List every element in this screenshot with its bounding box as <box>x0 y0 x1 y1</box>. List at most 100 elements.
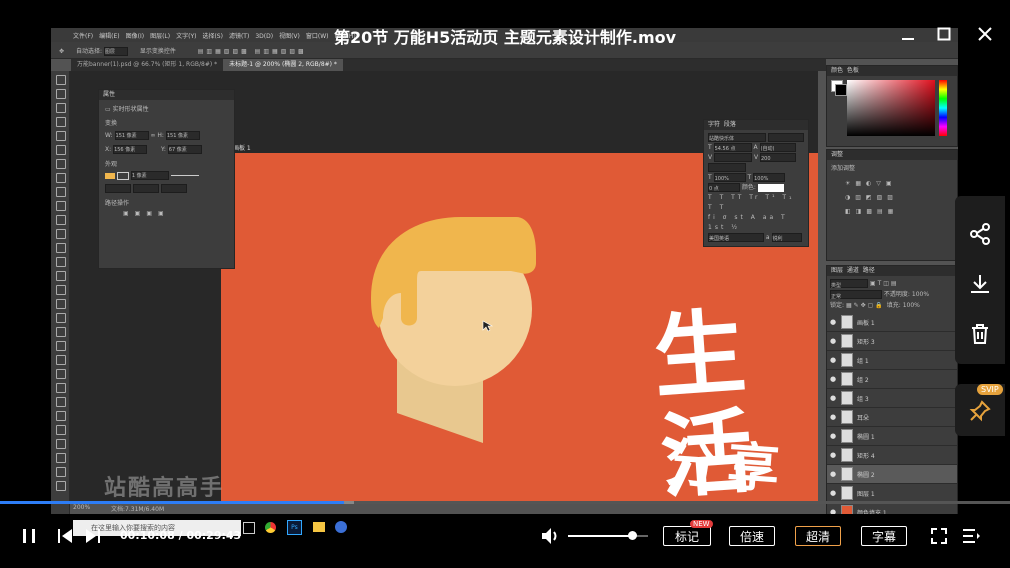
ps-tool-icon[interactable] <box>56 327 66 337</box>
folder-icon[interactable] <box>313 522 325 532</box>
ps-tool-icon[interactable] <box>56 173 66 183</box>
align-icons[interactable]: ▤▥▦▧▨▩ ▤▥▦▧▨▩ <box>198 48 307 55</box>
volume-knob[interactable] <box>628 531 637 540</box>
tab-paragraph[interactable]: 段落 <box>724 121 736 128</box>
tab-swatches[interactable]: 色板 <box>847 67 859 74</box>
trash-icon[interactable] <box>955 309 1005 359</box>
stroke-width-field[interactable]: 1 像素 <box>130 171 169 180</box>
hscale-field[interactable]: 100% <box>753 173 786 182</box>
ps-tool-icon[interactable] <box>56 383 66 393</box>
font-size-field[interactable]: 54.56 点 <box>713 143 752 152</box>
tab-channels[interactable]: 通道 <box>847 267 859 274</box>
show-transform-label[interactable]: 显示变换控件 <box>140 48 176 55</box>
ps-tool-icon[interactable] <box>56 467 66 477</box>
doc-tab-untitled[interactable]: 未标题-1 @ 200% (椭圆 2, RGB/8#) * <box>223 59 343 71</box>
ps-tool-icon[interactable] <box>56 411 66 421</box>
visibility-eye-icon[interactable]: ● <box>830 470 838 478</box>
height-field[interactable]: 151 像素 <box>165 131 200 140</box>
share-icon[interactable] <box>955 209 1005 259</box>
ps-tool-icon[interactable] <box>56 215 66 225</box>
play-pause-icon[interactable] <box>18 526 40 546</box>
volume-slider[interactable] <box>568 531 648 540</box>
tab-paths[interactable]: 路径 <box>863 267 875 274</box>
ps-tool-icon[interactable] <box>56 355 66 365</box>
blend-mode-dropdown[interactable]: 正常 <box>830 290 882 300</box>
adjustment-icons[interactable]: ☀▦◐▽▣ ◑▥◩▧▨ ◧◨▩▤▦ <box>827 175 957 221</box>
ps-tool-icon[interactable] <box>56 299 66 309</box>
download-icon[interactable] <box>955 259 1005 309</box>
layer-row[interactable]: ● 椭圆 2 <box>827 465 957 484</box>
x-field[interactable]: 156 像素 <box>113 145 148 154</box>
prev-icon[interactable] <box>54 526 76 546</box>
close-icon[interactable] <box>975 24 995 44</box>
corner-dropdown[interactable] <box>160 184 187 193</box>
layer-filter-dropdown[interactable]: 类型 <box>830 279 868 289</box>
layer-row[interactable]: ● 组 1 <box>827 351 957 370</box>
layer-row[interactable]: ● 矩形 3 <box>827 332 957 351</box>
layer-row[interactable]: ● 组 2 <box>827 370 957 389</box>
font-style-field[interactable] <box>767 133 804 142</box>
visibility-eye-icon[interactable]: ● <box>830 432 838 440</box>
layer-row[interactable]: ● 椭圆 1 <box>827 427 957 446</box>
opentype-buttons[interactable]: fi σ st A aa T 1st ½ <box>708 213 804 233</box>
visibility-eye-icon[interactable]: ● <box>830 413 838 421</box>
tracking-field[interactable]: 200 <box>759 153 796 162</box>
language-dropdown[interactable]: 美国英语 <box>708 233 764 242</box>
path-ops-icons[interactable]: ▣▣▣▣ <box>105 210 228 217</box>
playlist-icon[interactable] <box>961 526 981 546</box>
ps-tool-icon[interactable] <box>56 187 66 197</box>
ps-tool-icon[interactable] <box>56 159 66 169</box>
ps-tool-icon[interactable] <box>56 75 66 85</box>
auto-select-label[interactable]: 自动选择: <box>76 48 102 55</box>
ps-tool-icon[interactable] <box>56 103 66 113</box>
ps-tool-icon[interactable] <box>56 131 66 141</box>
antialias-dropdown[interactable]: 锐利 <box>771 233 802 242</box>
tab-character[interactable]: 字符 <box>708 121 720 128</box>
ps-tool-icon[interactable] <box>56 481 66 491</box>
ps-tool-icon[interactable] <box>56 145 66 155</box>
caps-dropdown[interactable] <box>132 184 159 193</box>
speed-button[interactable]: 倍速 <box>729 526 775 546</box>
font-family-field[interactable]: 站酷快乐体 <box>708 133 766 142</box>
ps-tool-icon[interactable] <box>56 425 66 435</box>
auto-select-dropdown[interactable]: 图层 <box>103 47 128 56</box>
ps-tool-icon[interactable] <box>56 369 66 379</box>
visibility-eye-icon[interactable]: ● <box>830 489 838 497</box>
lock-icons[interactable]: ▦✎✥▢🔒 <box>846 302 885 309</box>
fullscreen-icon[interactable] <box>929 526 949 546</box>
visibility-eye-icon[interactable]: ● <box>830 356 838 364</box>
opacity-value[interactable]: 100% <box>912 291 929 298</box>
zoom-level[interactable]: 200% <box>73 504 90 511</box>
ps-tool-icon[interactable] <box>56 117 66 127</box>
text-color-swatch[interactable] <box>757 183 784 192</box>
visibility-eye-icon[interactable]: ● <box>830 318 838 326</box>
ps-tool-icon[interactable] <box>56 229 66 239</box>
stroke-swatch[interactable] <box>116 171 129 180</box>
mark-button[interactable]: 标记 <box>663 526 711 546</box>
layer-row[interactable]: ● 颜色填充 1 <box>827 503 957 514</box>
visibility-eye-icon[interactable]: ● <box>830 337 838 345</box>
hue-slider[interactable] <box>939 80 947 136</box>
ps-tool-icon[interactable] <box>56 453 66 463</box>
progress-bar[interactable] <box>0 501 1010 504</box>
fill-swatch[interactable] <box>105 172 115 179</box>
y-field[interactable]: 67 像素 <box>167 145 202 154</box>
color-picker-field[interactable] <box>847 80 935 136</box>
text-style-buttons[interactable]: T T TT Tr T¹ T₁ T T <box>708 193 804 213</box>
doc-tab-banner[interactable]: 万能banner(1).psd @ 66.7% (矩形 1, RGB/8#) * <box>71 59 223 71</box>
ps-canvas-area[interactable]: 画板 1 生活 分享你 属性 ▭ 实时形状属性 变换 W: 151 像素 ∞ H… <box>70 71 818 501</box>
baseline-field[interactable]: 0 点 <box>708 183 740 192</box>
chrome-icon[interactable] <box>265 522 276 533</box>
vscale-field[interactable]: 100% <box>713 173 746 182</box>
ps-tool-icon[interactable] <box>56 285 66 295</box>
kerning-field[interactable] <box>714 153 753 162</box>
tab-layers[interactable]: 图层 <box>831 267 843 274</box>
fill-value[interactable]: 100% <box>903 302 920 309</box>
align-dropdown[interactable] <box>105 184 131 193</box>
subtitle-button[interactable]: 字幕 <box>861 526 907 546</box>
ps-tool-icon[interactable] <box>56 257 66 267</box>
photoshop-taskbar-icon[interactable]: Ps <box>287 520 302 535</box>
task-view-icon[interactable] <box>243 522 255 534</box>
ps-tool-icon[interactable] <box>56 313 66 323</box>
volume-icon[interactable] <box>540 526 562 546</box>
